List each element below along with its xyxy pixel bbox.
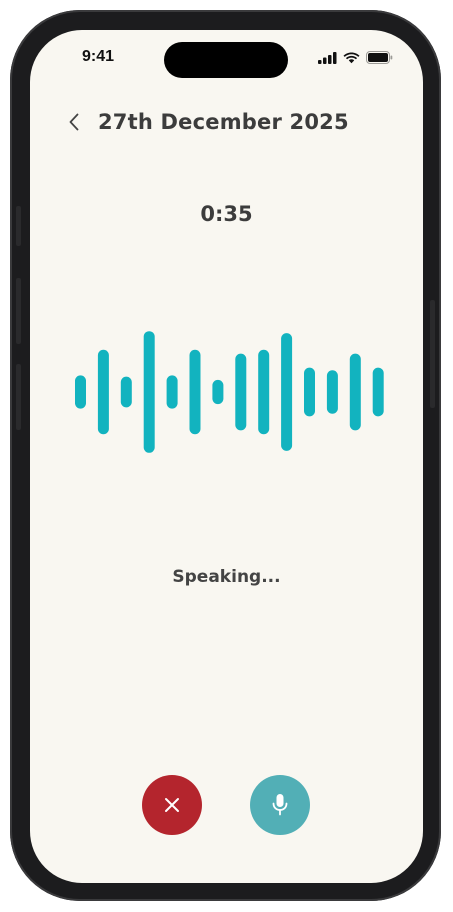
chevron-left-icon <box>69 113 79 131</box>
waveform-bar <box>304 367 315 417</box>
waveform-bar <box>166 375 178 409</box>
signal-icon <box>318 51 337 64</box>
status-time: 9:41 <box>82 48 115 65</box>
recording-timer: 0:35 <box>200 202 253 226</box>
status-icons <box>318 51 393 64</box>
page-title: 27th December 2025 <box>98 110 349 134</box>
waveform-bar <box>372 367 384 417</box>
waveform-bar <box>212 379 224 405</box>
waveform-bar <box>258 349 270 435</box>
recording-status: Speaking... <box>172 567 281 587</box>
battery-icon <box>366 51 393 64</box>
volume-up-button <box>16 278 21 344</box>
close-icon <box>165 798 179 812</box>
waveform-bar <box>326 370 338 414</box>
waveform-bar <box>281 333 293 451</box>
wifi-icon <box>343 52 360 63</box>
microphone-button[interactable] <box>250 775 310 835</box>
waveform-bar <box>235 353 247 431</box>
back-button[interactable] <box>64 110 84 134</box>
cancel-button[interactable] <box>142 775 202 835</box>
waveform-bar <box>189 349 201 435</box>
volume-down-button <box>16 364 21 430</box>
waveform-bar <box>120 376 132 408</box>
waveform-bar <box>349 353 361 431</box>
dynamic-island <box>164 42 288 78</box>
power-button <box>430 300 435 408</box>
microphone-icon <box>272 794 288 816</box>
waveform-bar <box>75 375 86 409</box>
waveform-bar <box>143 331 155 453</box>
screen: 9:41 27th December 2025 0:35 Speaking... <box>30 30 423 883</box>
action-button <box>16 206 21 246</box>
audio-waveform <box>75 331 384 453</box>
waveform-bar <box>97 349 109 435</box>
header: 27th December 2025 <box>64 110 349 134</box>
